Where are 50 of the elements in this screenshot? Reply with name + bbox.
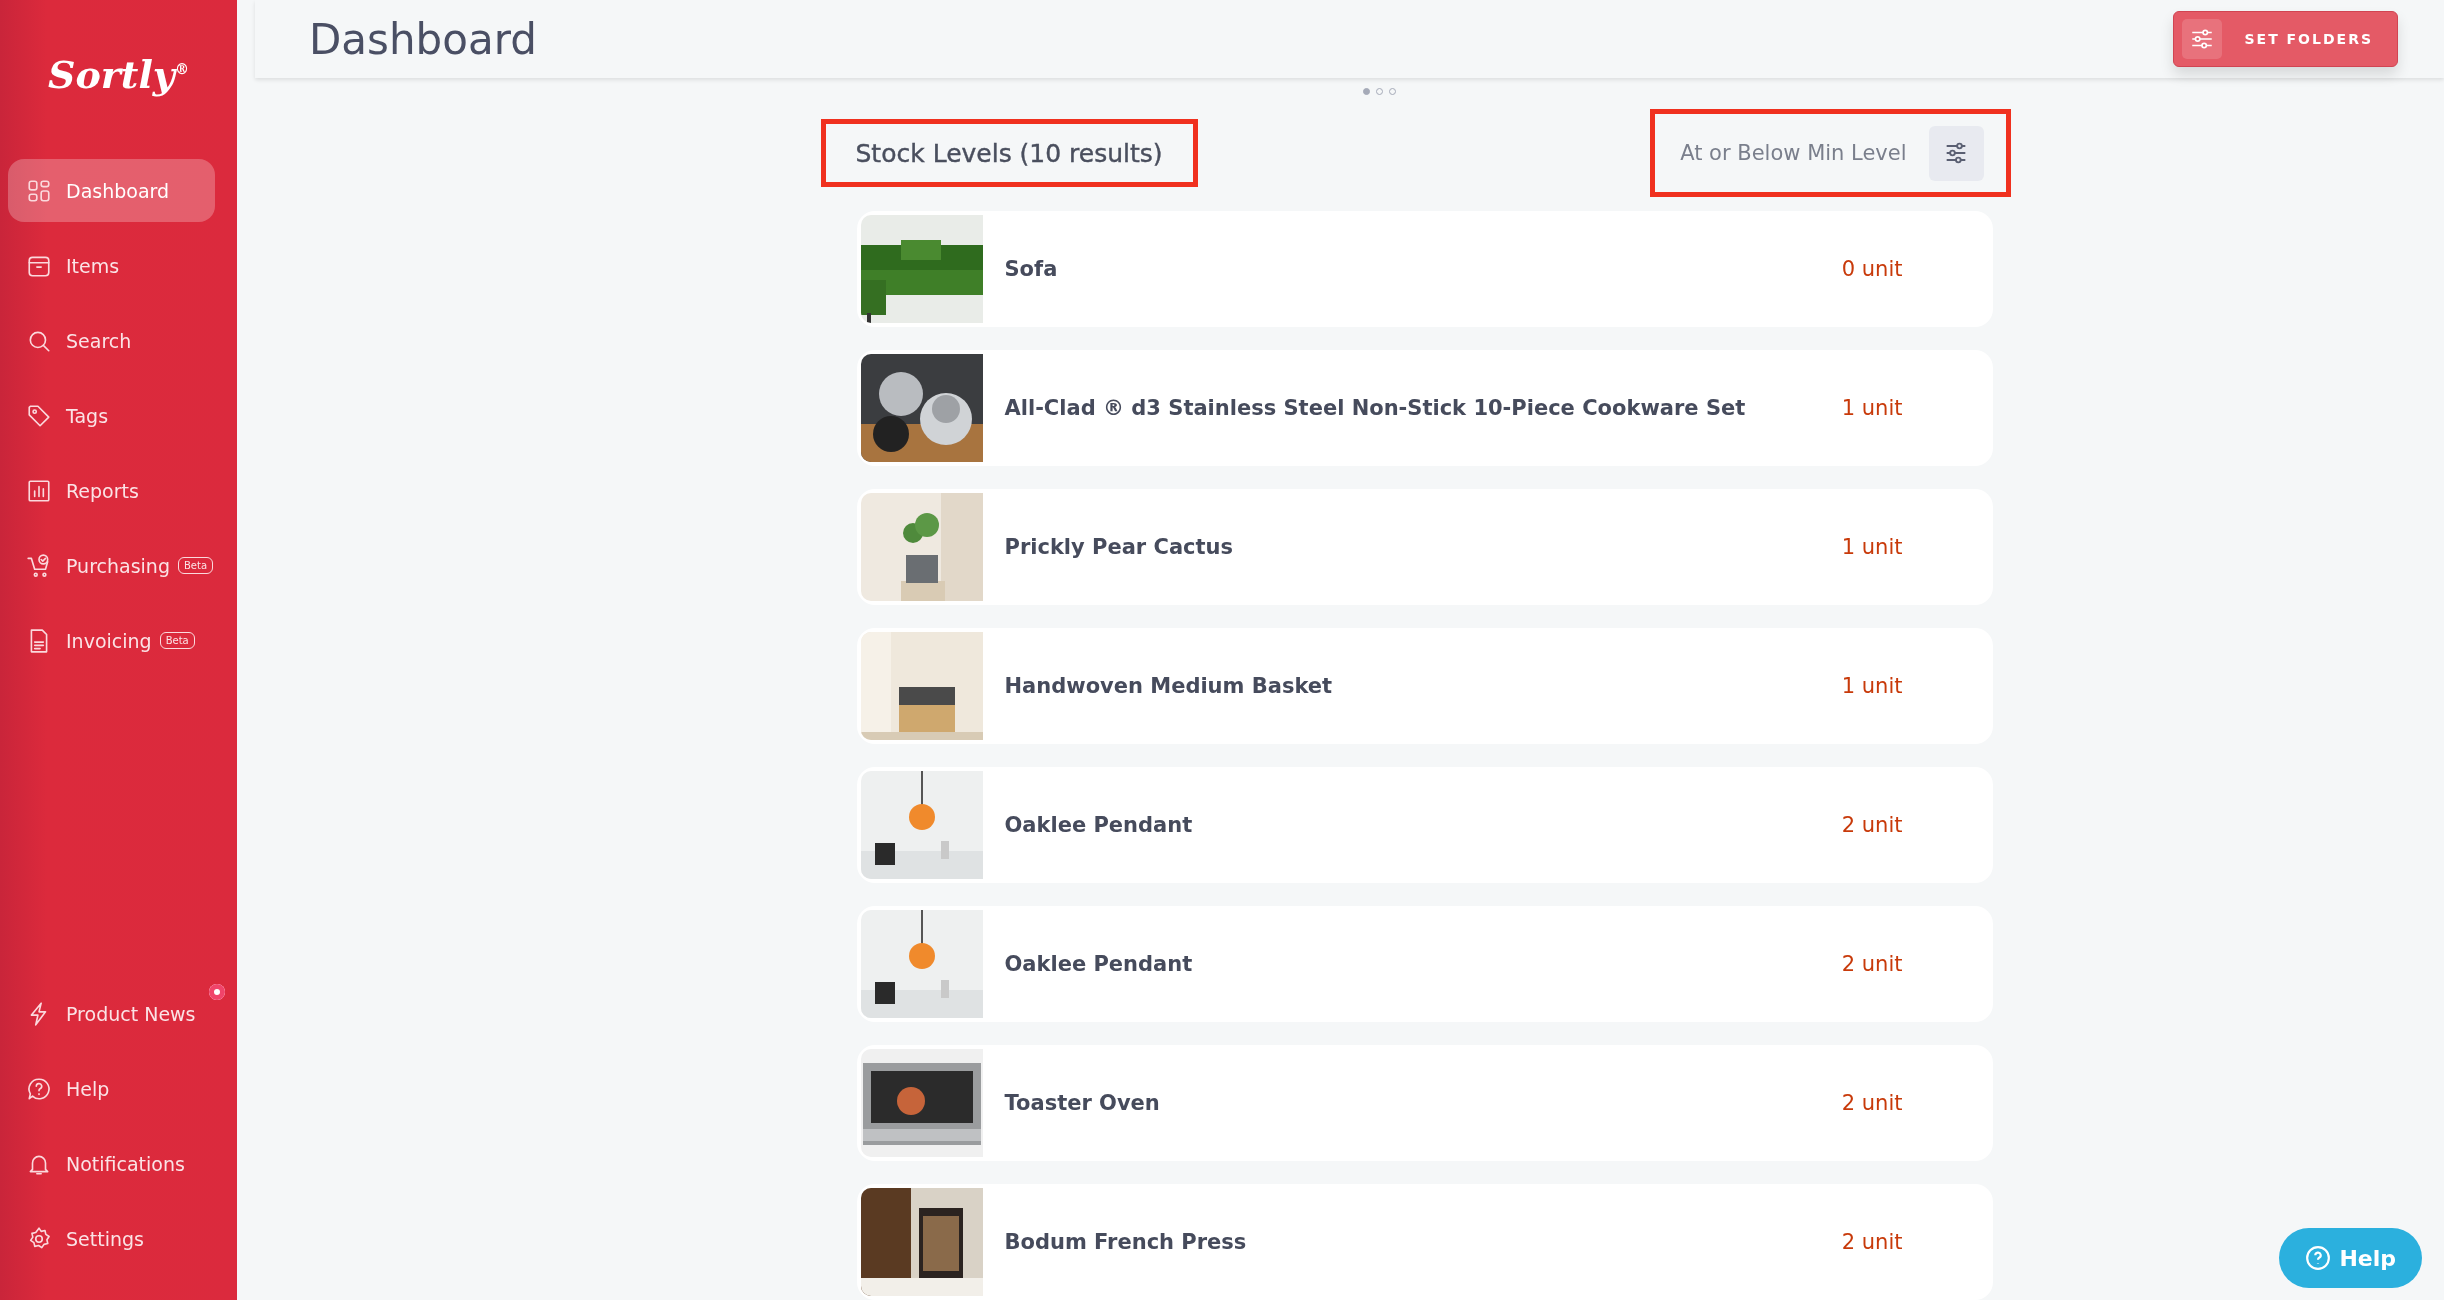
item-row[interactable]: Oaklee Pendant 2 unit xyxy=(856,767,1993,883)
filter-label: At or Below Min Level xyxy=(1680,141,1907,165)
bar-chart-icon xyxy=(26,477,52,504)
logo: Sortly$^{®}$ xyxy=(48,52,189,97)
nav-item[interactable]: Reports xyxy=(8,459,229,522)
item-name: Bodum French Press xyxy=(1004,1230,1248,1254)
item-quantity: 1 unit xyxy=(1841,396,1903,420)
set-folders-button[interactable]: SET FOLDERS xyxy=(2173,11,2398,67)
beta-badge: Beta xyxy=(178,557,214,574)
widget-title: Stock Levels (10 results) xyxy=(855,138,1163,168)
filter-button[interactable] xyxy=(1928,125,1984,181)
help-icon xyxy=(26,1075,52,1102)
page-title: Dashboard xyxy=(309,14,537,64)
item-quantity: 2 unit xyxy=(1841,1230,1903,1254)
item-name: Oaklee Pendant xyxy=(1004,813,1194,837)
item-quantity: 0 unit xyxy=(1841,257,1903,281)
item-row[interactable]: Sofa 0 unit xyxy=(856,211,1993,327)
item-name: Oaklee Pendant xyxy=(1004,952,1194,976)
nav-item[interactable]: Purchasing Beta xyxy=(8,534,229,597)
item-name: Toaster Oven xyxy=(1004,1091,1161,1115)
item-row[interactable]: Toaster Oven 2 unit xyxy=(856,1045,1993,1161)
nav-item[interactable]: Dashboard xyxy=(8,159,215,222)
item-row[interactable]: Handwoven Medium Basket 1 unit xyxy=(856,628,1993,744)
nav-item[interactable]: Help xyxy=(8,1057,229,1120)
item-row[interactable]: Oaklee Pendant 2 unit xyxy=(856,906,1993,1022)
nav-item[interactable]: Product News xyxy=(8,982,229,1045)
nav-item[interactable]: Invoicing Beta xyxy=(8,609,229,672)
item-row[interactable]: All-Clad ® d3 Stainless Steel Non-Stick 10-Piece Cookware Set 1 unit xyxy=(856,350,1993,466)
grid-icon xyxy=(26,177,52,204)
nav-item[interactable]: Tags xyxy=(8,384,229,447)
item-row[interactable]: Prickly Pear Cactus 1 unit xyxy=(856,489,1993,605)
nav-item[interactable]: Items xyxy=(8,234,229,297)
item-quantity: 1 unit xyxy=(1841,674,1903,698)
item-name: Prickly Pear Cactus xyxy=(1004,535,1235,559)
tag-icon xyxy=(26,402,52,429)
help-button[interactable]: Help xyxy=(2279,1228,2422,1288)
item-row[interactable]: Bodum French Press 2 unit xyxy=(856,1184,1993,1300)
nav-item[interactable]: Search xyxy=(8,309,229,372)
item-name: Sofa xyxy=(1004,257,1059,281)
item-quantity: 1 unit xyxy=(1841,535,1903,559)
beta-badge: Beta xyxy=(159,632,195,649)
pager-dot[interactable] xyxy=(1363,88,1370,95)
nav-item[interactable]: Settings xyxy=(8,1207,229,1270)
item-name: All-Clad ® d3 Stainless Steel Non-Stick 10-Piece Cookware Set xyxy=(1004,396,1747,420)
help-icon xyxy=(2305,1245,2332,1271)
item-quantity: 2 unit xyxy=(1841,813,1903,837)
nav-item[interactable]: Notifications xyxy=(8,1132,229,1195)
item-quantity: 2 unit xyxy=(1841,952,1903,976)
item-quantity: 2 unit xyxy=(1841,1091,1903,1115)
item-name: Handwoven Medium Basket xyxy=(1004,674,1334,698)
